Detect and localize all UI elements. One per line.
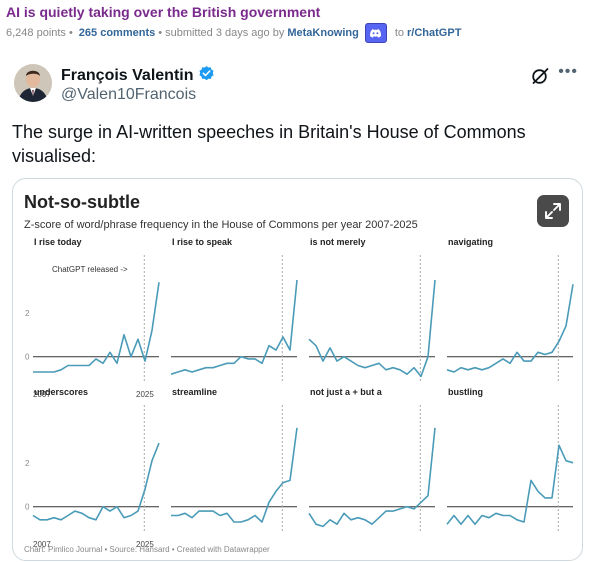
panel-title: bustling xyxy=(448,387,483,397)
points-count: 6,248 points xyxy=(6,27,66,39)
tweet-header: François Valentin @Valen10Francois ••• xyxy=(12,60,582,110)
panel-title: not just a + but a xyxy=(310,387,383,397)
grok-icon[interactable] xyxy=(530,66,550,91)
x-tick-label: 2025 xyxy=(136,390,154,399)
series-line xyxy=(33,282,160,373)
post-meta: 6,248 points • 265 comments • submitted … xyxy=(6,23,586,43)
chart-footer: Chart: Pimlico Journal • Source: Hansard… xyxy=(24,545,270,554)
author-link[interactable]: MetaKnowing xyxy=(287,25,359,41)
y-tick-label: 0 xyxy=(25,353,30,362)
panel-title: underscores xyxy=(34,387,88,397)
series-line xyxy=(446,444,574,526)
author-name[interactable]: François Valentin xyxy=(61,65,215,87)
series-line xyxy=(308,279,436,378)
series-line xyxy=(171,427,298,523)
meta-separator: • xyxy=(158,27,163,39)
post-title[interactable]: AI is quietly taking over the British go… xyxy=(6,2,586,22)
more-options-icon[interactable]: ••• xyxy=(558,63,578,81)
panel-title: I rise today xyxy=(34,237,82,247)
panel-title: navigating xyxy=(448,237,493,247)
y-tick-label: 2 xyxy=(25,459,30,468)
avatar[interactable] xyxy=(14,64,52,102)
chatgpt-annotation: ChatGPT released -> xyxy=(52,265,128,274)
author-handle[interactable]: @Valen10Francois xyxy=(61,86,196,104)
tweet-text: The surge in AI-written speeches in Brit… xyxy=(12,122,526,166)
small-multiples-chart: I rise today022007 2025ChatGPT released -… xyxy=(25,237,574,549)
verified-badge-icon xyxy=(198,65,215,87)
series-line xyxy=(170,279,298,375)
y-tick-label: 0 xyxy=(25,503,30,512)
submitted-text: submitted 3 days ago by xyxy=(165,27,285,39)
to-text: to xyxy=(394,27,405,39)
author-name-text: François Valentin xyxy=(61,67,194,84)
comments-link[interactable]: 265 comments xyxy=(79,25,155,41)
y-tick-label: 2 xyxy=(25,309,30,318)
series-line xyxy=(446,284,574,373)
panel-title: is not merely xyxy=(310,237,366,247)
chart-card[interactable]: Not-so-subtle Z-score of word/phrase fre… xyxy=(12,178,583,561)
discord-icon xyxy=(364,23,387,43)
series-line xyxy=(32,442,160,521)
subreddit-link[interactable]: r/ChatGPT xyxy=(407,25,461,41)
series-line xyxy=(308,427,436,528)
panel-title: I rise to speak xyxy=(172,237,233,247)
panel-title: streamline xyxy=(172,387,217,397)
reddit-post-header: AI is quietly taking over the British go… xyxy=(6,2,586,43)
meta-separator: • xyxy=(68,27,73,39)
